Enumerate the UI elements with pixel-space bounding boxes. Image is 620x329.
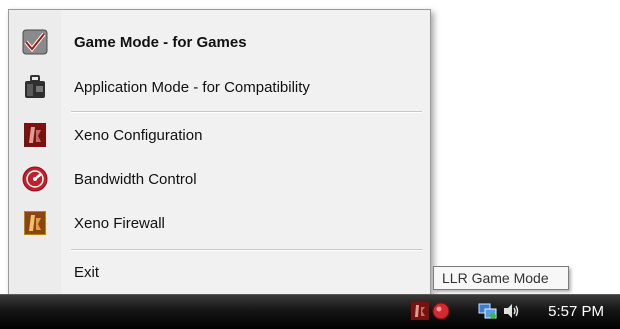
menu-separator: [71, 111, 422, 113]
taskbar: 5:57 PM: [0, 294, 620, 329]
menu-item-application-mode[interactable]: Application Mode - for Compatibility: [12, 66, 427, 108]
tray-tooltip: LLR Game Mode: [433, 266, 569, 290]
menu-item-label: Application Mode - for Compatibility: [74, 78, 310, 96]
menu-item-label: Exit: [74, 263, 100, 281]
menu-item-label: Xeno Configuration: [74, 126, 203, 144]
menu-item-label: Bandwidth Control: [74, 170, 197, 188]
xeno-tray-icon[interactable]: [411, 302, 429, 320]
menu-item-exit[interactable]: Exit: [12, 251, 427, 293]
speedometer-icon: [21, 165, 49, 193]
menu-item-game-mode[interactable]: Game Mode - for Games: [12, 21, 427, 63]
menu-item-bandwidth-control[interactable]: Bandwidth Control: [12, 158, 427, 200]
volume-icon[interactable]: [502, 302, 520, 320]
game-mode-tray-icon[interactable]: [432, 302, 450, 320]
menu-item-label: Game Mode - for Games: [74, 33, 247, 51]
menu-item-xeno-firewall[interactable]: Xeno Firewall: [12, 202, 427, 244]
menu-item-xeno-configuration[interactable]: Xeno Configuration: [12, 114, 427, 156]
network-icon[interactable]: [478, 302, 497, 320]
checkmark-shield-icon: [21, 28, 49, 56]
taskbar-clock[interactable]: 5:57 PM: [548, 303, 604, 320]
xeno-logo-icon: [21, 121, 49, 149]
tray-context-menu: Game Mode - for Games Application Mode -…: [8, 9, 431, 297]
xeno-firewall-icon: [21, 209, 49, 237]
menu-item-label: Xeno Firewall: [74, 214, 165, 232]
briefcase-icon: [21, 73, 49, 101]
